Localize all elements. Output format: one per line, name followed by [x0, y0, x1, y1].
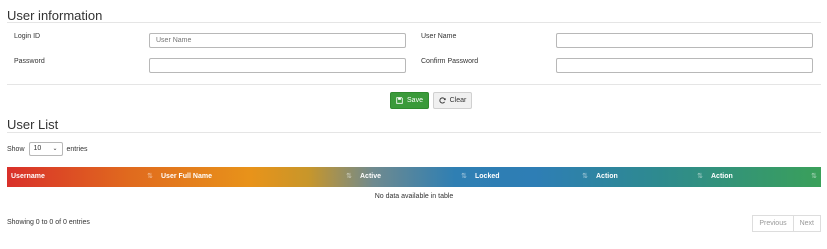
clear-label: Clear — [449, 97, 467, 104]
user-name-input[interactable] — [556, 33, 813, 48]
password-input[interactable] — [149, 58, 406, 73]
user-name-label: User Name — [421, 33, 457, 40]
pagination: Previous Next — [752, 215, 821, 232]
page-length-control: Show 10 ⌄ entries — [7, 142, 88, 156]
column-header-action[interactable]: Action ⇅ — [707, 167, 821, 187]
sort-icon: ⇅ — [811, 173, 817, 180]
refresh-icon — [439, 97, 446, 104]
sort-icon: ⇅ — [346, 173, 352, 180]
save-button[interactable]: Save — [390, 92, 429, 109]
confirm-password-input[interactable] — [556, 58, 813, 73]
column-header-user-full-name[interactable]: User Full Name ⇅ — [157, 167, 356, 187]
sort-icon: ⇅ — [697, 173, 703, 180]
login-id-input[interactable] — [149, 33, 406, 48]
divider — [7, 22, 821, 23]
confirm-password-label: Confirm Password — [421, 58, 479, 65]
chevron-down-icon: ⌄ — [52, 146, 58, 152]
clear-button[interactable]: Clear — [433, 92, 472, 109]
page-length-value: 10 — [33, 145, 42, 152]
show-label: Show — [7, 145, 25, 153]
next-button[interactable]: Next — [793, 215, 821, 232]
table-info: Showing 0 to 0 of 0 entries — [7, 219, 90, 226]
sort-icon: ⇅ — [147, 173, 153, 180]
divider — [7, 132, 821, 133]
table-header: Username ⇅ User Full Name ⇅ Active ⇅ Loc… — [7, 167, 821, 187]
sort-icon: ⇅ — [582, 173, 588, 180]
user-info-title: User information — [7, 8, 103, 23]
column-header-username[interactable]: Username ⇅ — [7, 167, 157, 187]
save-label: Save — [407, 97, 423, 104]
divider — [7, 84, 821, 85]
page-length-select[interactable]: 10 ⌄ — [28, 142, 63, 156]
login-id-label: Login ID — [14, 33, 41, 40]
previous-button[interactable]: Previous — [752, 215, 794, 232]
column-header-action[interactable]: Action ⇅ — [592, 167, 707, 187]
floppy-disk-icon — [396, 97, 403, 104]
password-label: Password — [14, 58, 45, 65]
sort-icon: ⇅ — [461, 173, 467, 180]
empty-table-message: No data available in table — [374, 193, 454, 200]
user-list-title: User List — [7, 117, 59, 132]
column-header-locked[interactable]: Locked ⇅ — [471, 167, 592, 187]
column-header-active[interactable]: Active ⇅ — [356, 167, 471, 187]
entries-label: entries — [66, 145, 88, 153]
